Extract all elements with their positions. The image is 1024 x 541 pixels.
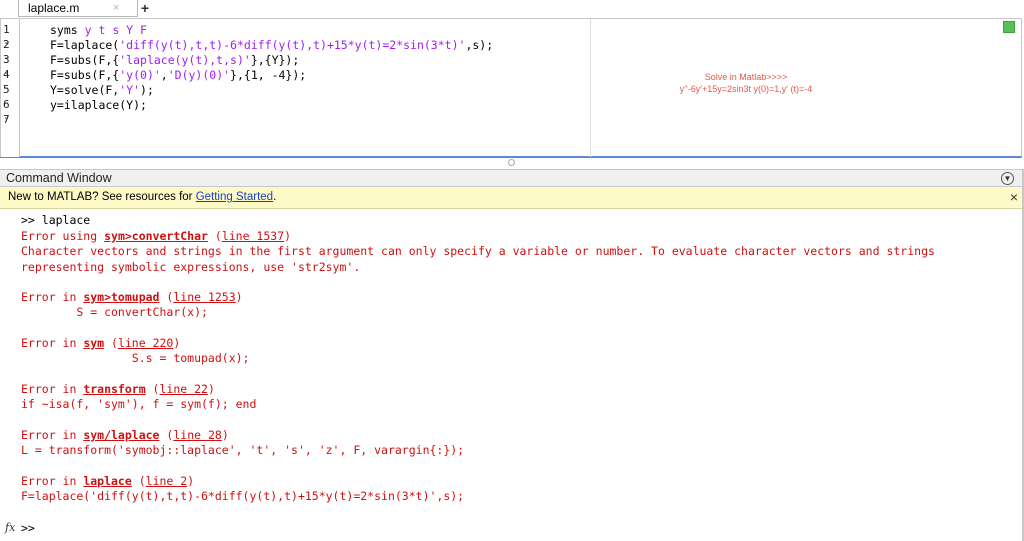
code-text: ); bbox=[140, 83, 154, 97]
error-prefix: Error in bbox=[21, 428, 84, 442]
code-text: F=laplace( bbox=[50, 38, 120, 52]
error-prefix: Error in bbox=[21, 382, 84, 396]
command-prompt[interactable]: >> bbox=[21, 521, 35, 535]
error-code: S.s = tomupad(x); bbox=[21, 351, 250, 365]
code-text: },{1, -4}); bbox=[230, 68, 307, 82]
error-line: Error in transform (line 22) bbox=[21, 382, 215, 396]
error-line-link[interactable]: line 220 bbox=[118, 336, 173, 350]
close-icon[interactable]: × bbox=[113, 0, 119, 17]
error-function-link[interactable]: transform bbox=[83, 382, 145, 396]
code-area[interactable]: syms y t s Y F F=laplace('diff(y(t),t,t)-… bbox=[20, 19, 590, 157]
error-line-link[interactable]: line 2 bbox=[146, 474, 188, 488]
right-margin-line bbox=[590, 19, 591, 157]
error-prefix: Error in bbox=[21, 336, 84, 350]
chevron-down-icon[interactable]: ▼ bbox=[1001, 172, 1014, 185]
error-line: Error in laplace (line 2) bbox=[21, 474, 195, 488]
info-suffix: . bbox=[273, 191, 277, 203]
error-message: Character vectors and strings in the fir… bbox=[21, 244, 935, 258]
tab-label: laplace.m bbox=[28, 1, 80, 15]
error-code: if ~isa(f, 'sym'), f = sym(f); end bbox=[21, 397, 257, 411]
command-window: Command Window ▼ New to MATLAB? See reso… bbox=[0, 169, 1024, 541]
error-function-link[interactable]: sym/laplace bbox=[83, 428, 159, 442]
line-number[interactable]: 7 bbox=[3, 113, 19, 126]
code-text: y=ilaplace(Y); bbox=[50, 98, 147, 112]
prompt-row[interactable]: fx >> bbox=[0, 519, 1024, 539]
command-window-title: Command Window bbox=[6, 171, 112, 185]
code-string: 'D(y)(0)' bbox=[167, 68, 231, 82]
error-line-link[interactable]: line 28 bbox=[173, 428, 221, 442]
error-line: Error in sym/laplace (line 28) bbox=[21, 428, 229, 442]
command-echo: >> laplace bbox=[21, 213, 91, 227]
code-analyzer-status-icon[interactable] bbox=[1003, 21, 1015, 33]
editor-panel: laplace.m × + 1 -2 -3 -4 -5 -6 -7 syms y… bbox=[0, 0, 1024, 166]
editor-tab-bar: laplace.m × + bbox=[0, 0, 1024, 18]
info-bar: New to MATLAB? See resources for Getting… bbox=[0, 187, 1024, 209]
error-code: S = convertChar(x); bbox=[21, 305, 208, 319]
getting-started-link[interactable]: Getting Started bbox=[196, 191, 273, 203]
info-text: New to MATLAB? See resources for bbox=[8, 191, 196, 203]
code-string: 'y(0)' bbox=[119, 68, 161, 82]
code-text: Y=solve(F, bbox=[50, 83, 120, 97]
info-message: New to MATLAB? See resources for Getting… bbox=[8, 191, 276, 203]
error-prefix: Error using bbox=[21, 229, 105, 243]
code-line: syms y t s Y F bbox=[50, 23, 147, 37]
annotation-line-2: y''-6y'+15y=2sin3t y(0)=1,y' (t)=-4 bbox=[679, 84, 813, 94]
code-command-args: y t s Y F bbox=[84, 23, 147, 37]
code-keyword: syms bbox=[50, 23, 85, 37]
code-string: 'laplace(y(t),t,s)' bbox=[119, 53, 251, 67]
error-code: L = transform('symobj::laplace', 't', 's… bbox=[21, 443, 465, 457]
error-line-link[interactable]: line 22 bbox=[159, 382, 207, 396]
command-output[interactable]: >> laplace Error using sym>convertChar (… bbox=[0, 209, 1024, 521]
error-function-link[interactable]: sym bbox=[83, 336, 104, 350]
error-line: Error in sym (line 220) bbox=[21, 336, 181, 350]
code-string: 'diff(y(t),t,t)-6*diff(y(t),t)+15*y(t)=2… bbox=[119, 38, 466, 52]
code-string: 'Y' bbox=[119, 83, 141, 97]
error-message: representing symbolic expressions, use '… bbox=[21, 260, 361, 274]
code-line: F=laplace('diff(y(t),t,t)-6*diff(y(t),t)… bbox=[50, 38, 493, 52]
annotation-text: Solve in Matlab>>>> y''-6y'+15y=2sin3t y… bbox=[631, 71, 861, 95]
tab-laplace-m[interactable]: laplace.m × + bbox=[18, 0, 149, 17]
code-line: F=subs(F,{'y(0)','D(y)(0)'},{1, -4}); bbox=[50, 68, 306, 82]
code-text: F=subs(F,{ bbox=[50, 68, 120, 82]
error-line: Error using sym>convertChar (line 1537) bbox=[21, 229, 292, 243]
function-browser-icon[interactable]: fx bbox=[5, 521, 15, 534]
code-line: F=subs(F,{'laplace(y(t),t,s)'},{Y}); bbox=[50, 53, 299, 67]
editor-frame: 1 -2 -3 -4 -5 -6 -7 syms y t s Y F F=lapl… bbox=[0, 18, 1022, 158]
error-line: Error in sym>tomupad (line 1253) bbox=[21, 290, 243, 304]
close-icon[interactable]: × bbox=[1010, 189, 1018, 205]
line-number-gutter: 1 -2 -3 -4 -5 -6 -7 bbox=[1, 19, 20, 157]
annotation-line-1: Solve in Matlab>>>> bbox=[704, 72, 788, 82]
code-text: ,s); bbox=[465, 38, 494, 52]
error-function-link[interactable]: laplace bbox=[83, 474, 131, 488]
code-line: y=ilaplace(Y); bbox=[50, 98, 147, 112]
error-function-link[interactable]: sym>tomupad bbox=[83, 290, 159, 304]
code-text: },{Y}); bbox=[250, 53, 300, 67]
splitter-handle-icon[interactable] bbox=[508, 159, 515, 166]
code-text: F=subs(F,{ bbox=[50, 53, 120, 67]
code-text: , bbox=[160, 68, 168, 82]
error-prefix: Error in bbox=[21, 290, 84, 304]
add-tab-icon[interactable]: + bbox=[135, 0, 155, 17]
error-function-link[interactable]: sym>convertChar bbox=[104, 229, 208, 243]
error-line-link[interactable]: line 1253 bbox=[173, 290, 235, 304]
command-window-header: Command Window ▼ bbox=[0, 169, 1024, 187]
error-line-link[interactable]: line 1537 bbox=[222, 229, 284, 243]
code-line: Y=solve(F,'Y'); bbox=[50, 83, 154, 97]
error-prefix: Error in bbox=[21, 474, 84, 488]
error-code: F=laplace('diff(y(t),t,t)-6*diff(y(t),t)… bbox=[21, 489, 465, 503]
